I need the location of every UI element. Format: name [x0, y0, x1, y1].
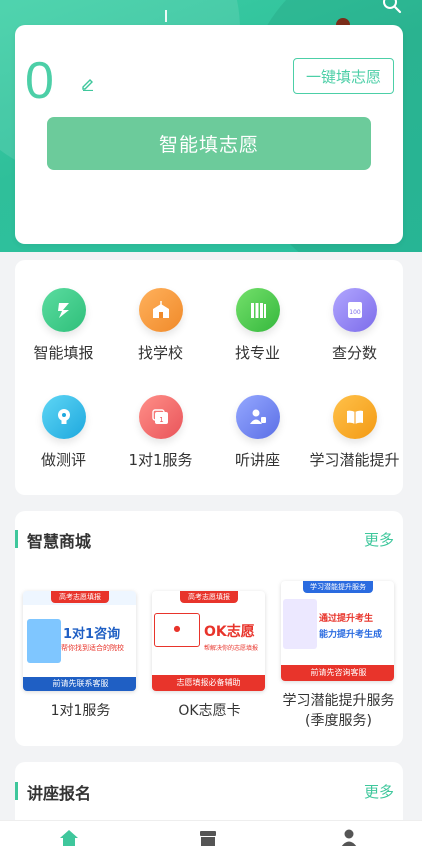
top-indicator [165, 10, 167, 22]
section-accent-bar [15, 782, 18, 800]
section-header: 智慧商城 更多 [15, 527, 403, 551]
grid-item-label: 找专业 [234, 344, 280, 362]
illustration [27, 619, 61, 663]
product-headline: OK志愿 [204, 624, 255, 640]
illustration [283, 599, 317, 649]
product-footer: 前请先联系客服 [23, 677, 136, 691]
shop-icon[interactable] [197, 827, 219, 846]
home-icon[interactable] [58, 827, 80, 846]
smart-mall-section: 智慧商城 更多 高考志愿填报 1对1咨询 帮你找到适合的院校 前请先联系客服 1… [15, 511, 403, 746]
section-header: 讲座报名 更多 [15, 779, 403, 803]
product-sub: 帮你找到适合的院校 [61, 644, 124, 652]
grid-item-label: 查分数 [331, 344, 377, 362]
product-sub: 能力提升考生成 [319, 630, 383, 640]
section-accent-bar [15, 530, 18, 548]
product-headline: 1对1咨询 [63, 627, 121, 642]
product-banner: 高考志愿填报 [180, 591, 238, 603]
grid-item-lecture[interactable]: 听讲座 [209, 395, 306, 485]
grid-item-label: 听讲座 [234, 451, 280, 469]
open-book-icon [332, 395, 377, 439]
svg-text:100: 100 [349, 309, 361, 316]
grid-item-assessment[interactable]: 做测评 [15, 395, 112, 485]
product-headline: 通过提升考生 [319, 614, 374, 624]
grid-item-label: 找学校 [137, 344, 183, 362]
product-banner: 学习潜能提升服务 [303, 581, 373, 593]
grid-item-find-school[interactable]: 找学校 [112, 288, 209, 378]
books-icon [235, 288, 280, 332]
score-card: 0 一键填志愿 智能填志愿 [15, 25, 403, 244]
grid-item-label: 智能填报 [33, 344, 94, 362]
grid-item-label: 做测评 [40, 451, 86, 469]
service-icon: 1 [138, 395, 183, 439]
product-name: 学习潜能提升服务(季度服务) [282, 693, 395, 729]
score-card-icon: 100 [332, 288, 377, 332]
bottom-tab-bar [0, 820, 422, 846]
product-thumbnail: 学习潜能提升服务 通过提升考生 能力提升考生成 前请先咨询客服 [281, 581, 394, 681]
grid-item-one-on-one[interactable]: 1 1对1服务 [112, 395, 209, 485]
svg-text:1: 1 [159, 416, 163, 424]
search-icon[interactable] [382, 0, 402, 14]
feature-grid: 智能填报 找学校 找专业 100 查分数 做测评 1 1对1服务 听讲座 学习潜… [15, 260, 403, 495]
product-potential-service[interactable]: 学习潜能提升服务 通过提升考生 能力提升考生成 前请先咨询客服 学习潜能提升服务… [281, 581, 396, 731]
magic-fill-icon [41, 288, 86, 332]
grid-item-find-major[interactable]: 找专业 [209, 288, 306, 378]
lecture-icon [235, 395, 280, 439]
edit-icon[interactable] [81, 77, 95, 91]
school-icon [138, 288, 183, 332]
product-banner: 高考志愿填报 [51, 591, 109, 603]
product-name: 1对1服务 [50, 703, 111, 719]
card-illustration: ● [154, 613, 200, 647]
product-ok-card[interactable]: 高考志愿填报 ● OK志愿 帮解决你的志愿填报 志愿填报必备辅助 OK志愿卡 [152, 591, 267, 721]
product-one-on-one[interactable]: 高考志愿填报 1对1咨询 帮你找到适合的院校 前请先联系客服 1对1服务 [23, 591, 138, 721]
grid-item-potential[interactable]: 学习潜能提升 [306, 395, 403, 485]
lecture-more-link[interactable]: 更多 [364, 781, 394, 802]
product-sub: 帮解决你的志愿填报 [204, 645, 259, 652]
score-value: 0 [25, 52, 54, 110]
product-thumbnail: 高考志愿填报 ● OK志愿 帮解决你的志愿填报 志愿填报必备辅助 [152, 591, 265, 691]
grid-item-check-score[interactable]: 100 查分数 [306, 288, 403, 378]
grid-item-label: 学习潜能提升 [309, 451, 400, 469]
lightbulb-icon [41, 395, 86, 439]
quick-fill-button[interactable]: 一键填志愿 [293, 58, 394, 94]
grid-item-label: 1对1服务 [128, 451, 193, 469]
section-title: 智慧商城 [27, 532, 92, 551]
grid-item-smart-fill[interactable]: 智能填报 [15, 288, 112, 378]
product-name: OK志愿卡 [178, 703, 241, 719]
mall-more-link[interactable]: 更多 [364, 529, 394, 550]
product-thumbnail: 高考志愿填报 1对1咨询 帮你找到适合的院校 前请先联系客服 [23, 591, 136, 691]
product-footer: 前请先咨询客服 [281, 665, 394, 681]
section-title: 讲座报名 [27, 784, 92, 803]
product-footer: 志愿填报必备辅助 [152, 675, 265, 691]
smart-fill-button[interactable]: 智能填志愿 [47, 117, 371, 170]
profile-icon[interactable] [338, 827, 360, 846]
